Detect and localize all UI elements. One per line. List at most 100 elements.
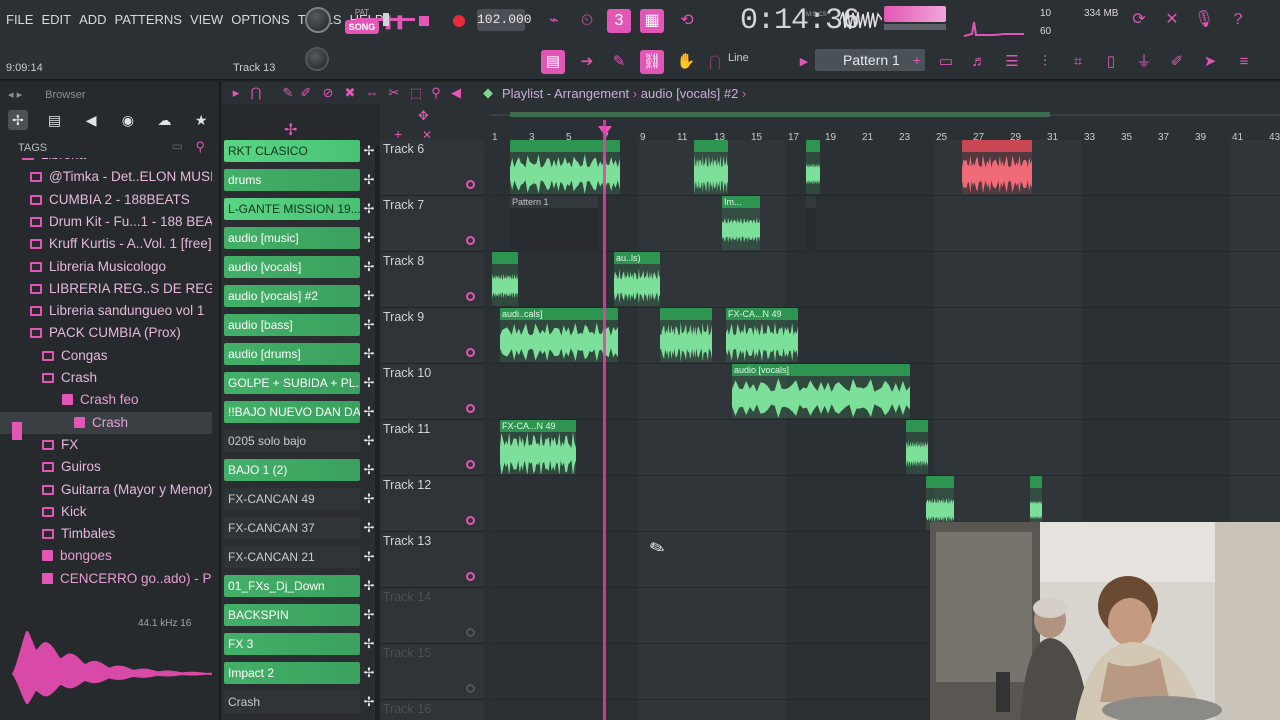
- browser-folder-item[interactable]: @Timka - Det..ELON MUSIC_: [0, 166, 212, 188]
- browser-folder-item[interactable]: Congas: [0, 345, 212, 367]
- help-icon[interactable]: ?: [1226, 8, 1250, 32]
- picker-drag-icon[interactable]: ✢: [362, 401, 376, 423]
- track-mute-indicator[interactable]: [466, 460, 475, 469]
- browser-folder-item[interactable]: Timbales: [0, 523, 212, 545]
- audio-clip[interactable]: FX-CA...N 49: [500, 420, 576, 474]
- track-lane[interactable]: [490, 252, 1280, 308]
- track-mute-indicator[interactable]: [466, 236, 475, 245]
- picker-item[interactable]: FX 3: [224, 633, 360, 655]
- picker-drag-icon[interactable]: ✢: [362, 140, 376, 162]
- magnet-snap-icon[interactable]: ⋂: [248, 85, 264, 101]
- clip-header[interactable]: [492, 252, 518, 264]
- menu-file[interactable]: FILE: [6, 12, 33, 27]
- browser-folder-item[interactable]: Libreria: [0, 158, 212, 166]
- channel-rack-icon[interactable]: ☰: [1000, 50, 1024, 74]
- pattern-selector-label[interactable]: Pattern 1: [843, 52, 900, 68]
- browser-folder-item[interactable]: Guitarra (Mayor y Menor): [0, 479, 212, 501]
- loop-record-icon[interactable]: ⟲: [675, 9, 699, 33]
- audio-clip[interactable]: FX-CA...N 49: [726, 308, 798, 362]
- step-edit-icon[interactable]: ▦: [640, 9, 664, 33]
- select-tool-icon[interactable]: ⬚: [408, 85, 424, 101]
- menu-add[interactable]: ADD: [79, 12, 106, 27]
- audio-clip[interactable]: [962, 140, 1032, 194]
- clip-header[interactable]: FX-CA...N 49: [500, 420, 576, 432]
- browser-file-item[interactable]: bongoes: [0, 545, 212, 567]
- picker-item[interactable]: audio [vocals]: [224, 256, 360, 278]
- record-button[interactable]: [448, 10, 470, 32]
- scroll-arrows-icon[interactable]: ✥: [418, 108, 429, 124]
- playlist-menu-icon[interactable]: ▸: [228, 85, 244, 101]
- track-header[interactable]: Track 15: [380, 644, 484, 700]
- picker-item[interactable]: L-GANTE MISSION 19...: [224, 198, 360, 220]
- browser-folder-item[interactable]: Guiros: [0, 456, 212, 478]
- picker-item[interactable]: FX-CANCAN 49: [224, 488, 360, 510]
- track-header[interactable]: Track 13: [380, 532, 484, 588]
- audio-clip[interactable]: [694, 140, 728, 194]
- tags-label[interactable]: TAGS: [18, 142, 47, 154]
- browser-folder-item[interactable]: Libreria sandungueo vol 1: [0, 300, 212, 322]
- playlist-view-icon[interactable]: ▤: [541, 50, 565, 74]
- link-icon[interactable]: ⛓: [640, 50, 664, 74]
- master-volume-knob[interactable]: [305, 7, 331, 33]
- picker-drag-icon[interactable]: ✢: [362, 372, 376, 394]
- track-mute-indicator[interactable]: [466, 572, 475, 581]
- track-header[interactable]: Track 6: [380, 140, 484, 196]
- clip-header[interactable]: [660, 308, 712, 320]
- audio-clip[interactable]: Im...: [722, 196, 760, 250]
- track-header[interactable]: Track 9: [380, 308, 484, 364]
- pencil-icon[interactable]: ✎: [607, 50, 631, 74]
- browser-folder-item[interactable]: CUMBIA 2 - 188BEATS: [0, 189, 212, 211]
- slip-tool-icon[interactable]: ⇔: [364, 85, 380, 101]
- clip-header[interactable]: [926, 476, 954, 488]
- track-mute-indicator[interactable]: [466, 180, 475, 189]
- snap-selector[interactable]: Line: [728, 52, 749, 64]
- track-header[interactable]: Track 11: [380, 420, 484, 476]
- picker-item[interactable]: 01_FXs_Dj_Down: [224, 575, 360, 597]
- picker-drag-icon[interactable]: ✢: [362, 691, 376, 713]
- stop-button[interactable]: [413, 10, 435, 32]
- slider-thumb[interactable]: [383, 13, 389, 26]
- menu-options[interactable]: OPTIONS: [231, 12, 290, 27]
- menu-edit[interactable]: EDIT: [41, 12, 71, 27]
- send-icon[interactable]: ➤: [1198, 50, 1222, 74]
- browser-folder-item[interactable]: PACK CUMBIA (Prox): [0, 322, 212, 344]
- clip-header[interactable]: au..ls): [614, 252, 660, 264]
- search-icon[interactable]: ⚲: [195, 139, 205, 155]
- picker-item[interactable]: Impact 2: [224, 662, 360, 684]
- pat-mode-label[interactable]: PAT: [345, 8, 379, 18]
- browser-folder-item[interactable]: Kick: [0, 501, 212, 523]
- audio-clip[interactable]: [660, 308, 712, 362]
- track-mute-indicator[interactable]: [466, 404, 475, 413]
- browser-folder-item[interactable]: FX: [0, 434, 212, 456]
- picker-drag-icon[interactable]: ✢: [362, 285, 376, 307]
- picker-drag-icon[interactable]: ✢: [362, 227, 376, 249]
- picker-item[interactable]: audio [music]: [224, 227, 360, 249]
- picker-drag-icon[interactable]: ✢: [362, 546, 376, 568]
- browser-project-icon[interactable]: ▤: [45, 110, 65, 130]
- browser-folder-item[interactable]: Kruff Kurtis - A..Vol. 1 [free]: [0, 233, 212, 255]
- folder-icon[interactable]: ▭: [172, 139, 183, 153]
- picker-item[interactable]: BACKSPIN: [224, 604, 360, 626]
- track-lane[interactable]: [490, 196, 1280, 252]
- magnet-icon[interactable]: ⋂: [703, 50, 727, 74]
- picker-item[interactable]: audio [drums]: [224, 343, 360, 365]
- menu-view[interactable]: VIEW: [190, 12, 223, 27]
- arrow-right-icon[interactable]: ➔: [575, 50, 599, 74]
- clip-header[interactable]: [1030, 476, 1042, 488]
- browser-folder-item[interactable]: LIBRERIA REG..S DE REGALO: [0, 278, 212, 300]
- tempo-display[interactable]: 102.000: [477, 9, 532, 31]
- clip-header[interactable]: FX-CA...N 49: [726, 308, 798, 320]
- track-header[interactable]: Track 10: [380, 364, 484, 420]
- clip-header[interactable]: [806, 196, 816, 208]
- playlist-window-icon[interactable]: ▭: [934, 50, 958, 74]
- zoom-tool-icon[interactable]: ⚲: [428, 85, 444, 101]
- picker-drag-icon[interactable]: ✢: [362, 517, 376, 539]
- audio-clip[interactable]: [906, 420, 928, 474]
- track-header[interactable]: Track 16: [380, 700, 484, 720]
- plugin-icon[interactable]: ⏚: [1132, 50, 1156, 74]
- pattern-song-toggle[interactable]: PAT SONG: [345, 8, 379, 36]
- playhead[interactable]: [603, 120, 606, 720]
- track-header[interactable]: Track 8: [380, 252, 484, 308]
- track-mute-indicator[interactable]: [466, 684, 475, 693]
- picker-drag-icon[interactable]: ✢: [362, 662, 376, 684]
